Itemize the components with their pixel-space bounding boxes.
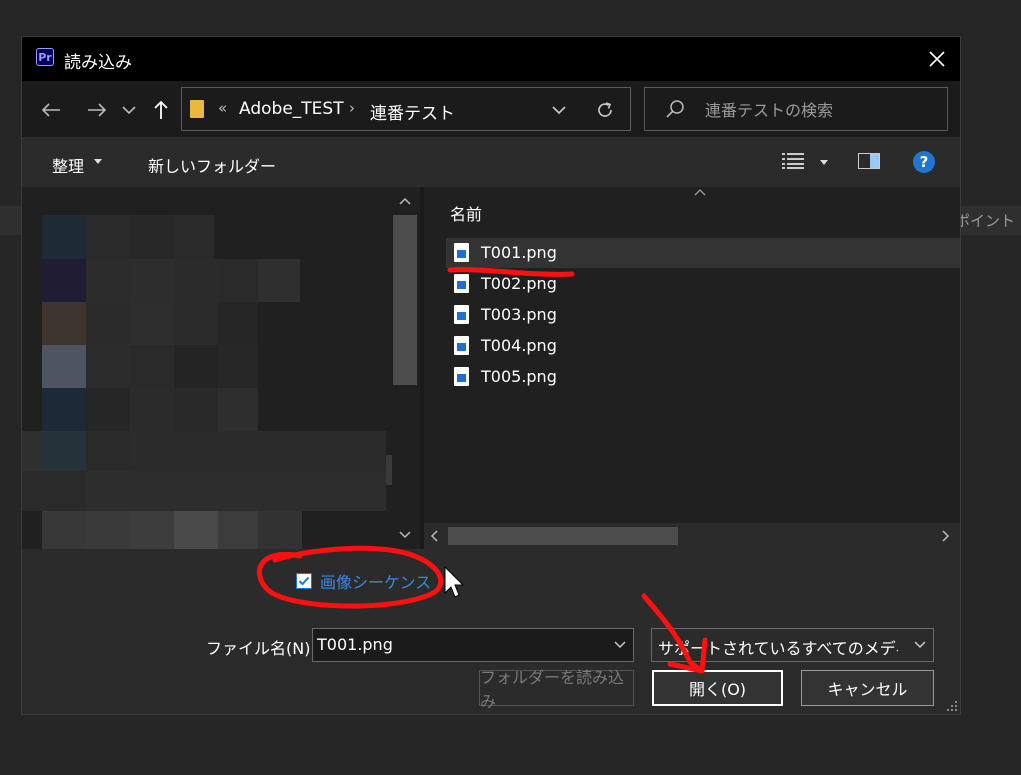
image-file-icon — [454, 243, 469, 262]
scroll-right-icon[interactable] — [942, 530, 950, 542]
arrow-left-icon — [41, 103, 60, 117]
breadcrumb-item-current[interactable]: 連番テスト — [370, 99, 455, 124]
chevron-down-icon — [914, 641, 926, 649]
image-sequence-label[interactable]: 画像シーケンス — [320, 569, 431, 593]
breadcrumb-overflow[interactable]: « — [218, 99, 227, 117]
file-list-horizontal-scrollbar[interactable] — [424, 523, 960, 549]
image-file-icon — [454, 305, 469, 324]
chevron-down-icon[interactable] — [613, 636, 627, 654]
view-options-button[interactable] — [782, 152, 804, 174]
file-type-value: サポートされているすべてのメディア (* — [658, 639, 898, 658]
checkmark-icon — [298, 576, 310, 586]
search-input[interactable] — [703, 97, 937, 123]
forward-button[interactable] — [82, 95, 112, 125]
background-panel-strip — [0, 206, 22, 235]
up-button[interactable] — [146, 95, 176, 125]
scroll-down-icon[interactable] — [399, 531, 411, 539]
caret-down-icon — [94, 159, 102, 164]
dialog-title: 読み込み — [64, 53, 132, 73]
search-icon — [666, 100, 684, 118]
address-history-button[interactable] — [547, 98, 571, 122]
open-button[interactable]: 開く(O) — [652, 670, 783, 706]
import-dialog: Pr 読み込み « Adobe_TEST › 連番テスト 連番テストの検索 整理… — [22, 37, 960, 714]
close-button[interactable] — [914, 37, 960, 81]
arrow-up-icon — [154, 100, 168, 119]
blurred-navigation-tree — [22, 215, 392, 549]
title-bar: Pr 読み込み — [22, 37, 960, 81]
column-header-name[interactable]: 名前 — [450, 201, 482, 225]
cancel-button[interactable]: キャンセル — [801, 670, 934, 706]
premiere-logo-icon: Pr — [36, 48, 54, 66]
help-button[interactable]: ? — [913, 151, 935, 173]
file-row[interactable]: T001.png — [446, 238, 960, 268]
file-row[interactable]: T005.png — [446, 362, 960, 392]
navigation-pane[interactable] — [22, 187, 420, 549]
file-list-pane: 名前 T001.png T002.png T003.png T004.png T… — [424, 187, 960, 549]
sort-ascending-icon — [694, 189, 706, 196]
back-button[interactable] — [36, 95, 66, 125]
filename-label: ファイル名(N): — [206, 639, 316, 658]
image-file-icon — [454, 367, 469, 386]
preview-pane-icon — [858, 153, 880, 169]
file-name: T002.png — [481, 274, 557, 293]
navigation-bar: « Adobe_TEST › 連番テスト — [22, 81, 960, 137]
scroll-left-icon[interactable] — [430, 530, 438, 542]
new-folder-button[interactable]: 新しいフォルダー — [148, 153, 276, 177]
recent-locations-button[interactable] — [116, 95, 142, 125]
caret-down-icon[interactable] — [820, 160, 828, 165]
breadcrumb-item-adobe-test[interactable]: Adobe_TEST — [239, 99, 344, 119]
file-name: T003.png — [481, 305, 557, 324]
navigation-pane-scrollbar[interactable] — [392, 187, 420, 549]
command-toolbar: 整理 新しいフォルダー ? — [22, 137, 960, 187]
file-name: T005.png — [481, 367, 557, 386]
import-folder-button[interactable]: フォルダーを読み込み — [479, 668, 634, 711]
filename-combobox[interactable]: T001.png — [312, 628, 634, 662]
preview-pane-button[interactable] — [858, 153, 880, 173]
image-file-icon — [454, 336, 469, 355]
file-row[interactable]: T003.png — [446, 300, 960, 330]
image-file-icon — [454, 274, 469, 293]
scroll-up-icon[interactable] — [399, 197, 411, 205]
file-name: T004.png — [481, 336, 557, 355]
organize-menu[interactable]: 整理 — [52, 153, 84, 177]
background-side-label: ポイント — [954, 212, 1015, 230]
chevron-down-icon — [122, 106, 136, 115]
file-type-select[interactable]: サポートされているすべてのメディア (* — [651, 628, 934, 662]
horizontal-scroll-thumb[interactable] — [448, 527, 678, 545]
folder-icon — [190, 100, 204, 118]
navigation-pane-scroll-thumb[interactable] — [393, 215, 417, 385]
filename-field[interactable]: T001.png — [317, 635, 393, 654]
breadcrumb-separator[interactable]: › — [349, 99, 355, 117]
chevron-down-icon — [552, 106, 566, 115]
address-bar[interactable]: « Adobe_TEST › 連番テスト — [181, 87, 631, 131]
file-row[interactable]: T004.png — [446, 331, 960, 361]
image-sequence-checkbox[interactable] — [296, 573, 312, 589]
dialog-footer: 画像シーケンス ファイル名(N): T001.png サポートされているすべての… — [22, 549, 960, 714]
search-box[interactable] — [644, 87, 948, 131]
details-view-icon — [782, 153, 804, 169]
refresh-icon — [598, 102, 612, 117]
arrow-right-icon — [88, 103, 107, 117]
file-name: T001.png — [481, 243, 557, 262]
file-row[interactable]: T002.png — [446, 269, 960, 299]
close-icon — [929, 51, 945, 67]
resize-grip-icon[interactable] — [946, 700, 958, 712]
refresh-button[interactable] — [592, 97, 618, 123]
